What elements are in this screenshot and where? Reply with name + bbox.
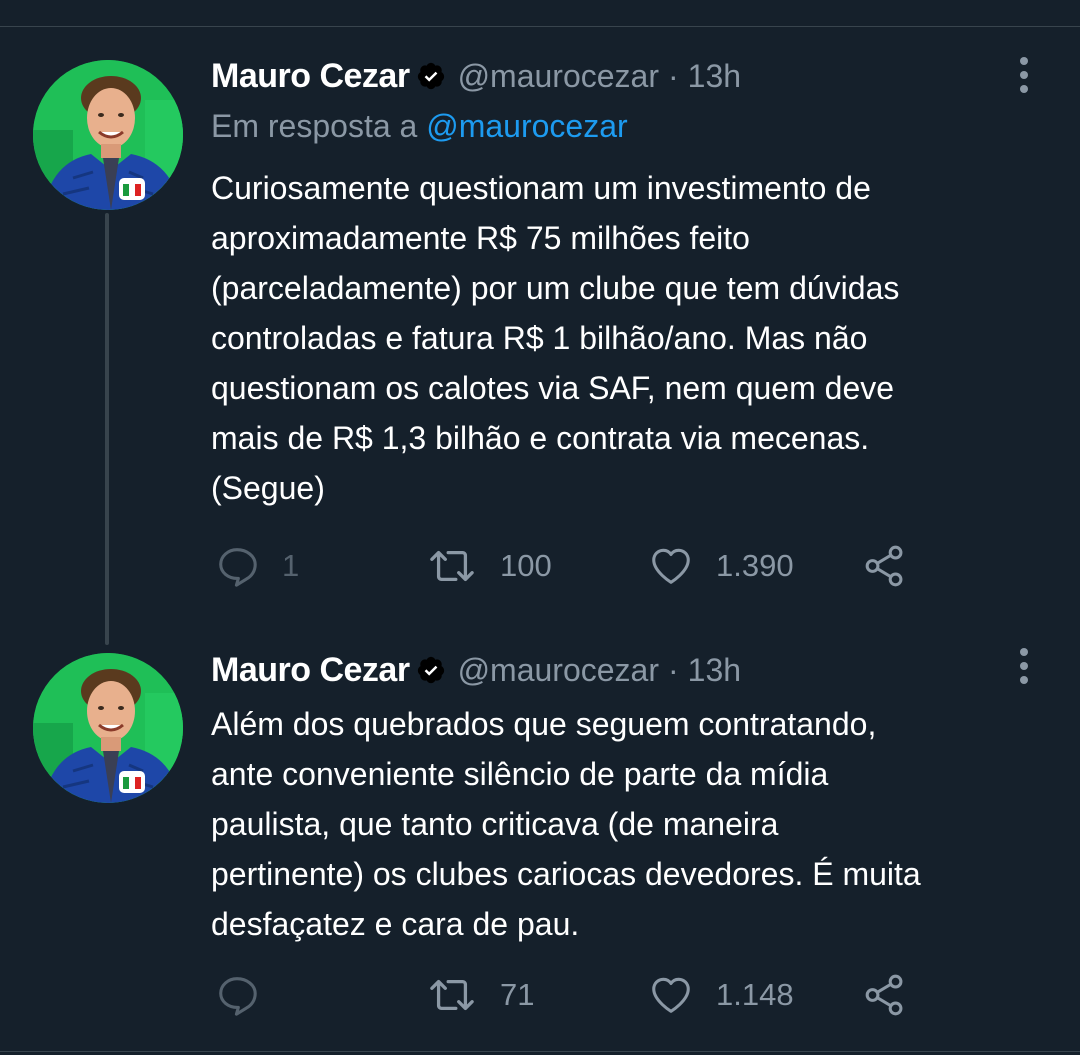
author-name[interactable]: Mauro Cezar: [211, 651, 410, 690]
timestamp[interactable]: 13h: [688, 652, 741, 689]
retweet-button[interactable]: 100: [426, 541, 552, 591]
tweet-text-line: (parceladamente) por um clube que tem dú…: [211, 270, 900, 306]
timestamp[interactable]: 13h: [688, 58, 741, 95]
like-button[interactable]: 1.148: [648, 970, 794, 1020]
tweet-text-line: controladas e fatura R$ 1 bilhão/ano. Ma…: [211, 320, 868, 356]
share-button[interactable]: [862, 541, 908, 591]
tweet[interactable]: Mauro Cezar @maurocezar · 13h Em respost…: [0, 0, 1080, 645]
author-handle[interactable]: @maurocezar: [458, 652, 659, 689]
tweet[interactable]: Mauro Cezar @maurocezar · 13h Além dos q…: [0, 640, 1080, 1051]
tweet-text-line: paulista, que tanto criticava (de maneir…: [211, 806, 779, 842]
avatar[interactable]: [33, 60, 183, 210]
tweet-text-line: desfaçatez e cara de pau.: [211, 906, 580, 942]
tweet-text-line: Além dos quebrados que seguem contratand…: [211, 706, 877, 742]
avatar[interactable]: [33, 653, 183, 803]
tweet-text-line: mais de R$ 1,3 bilhão e contrata via mec…: [211, 420, 870, 456]
like-count: 1.148: [716, 977, 794, 1012]
retweet-count: 100: [500, 548, 552, 583]
separator-dot: ·: [668, 651, 679, 688]
tweet-text-line: ante conveniente silêncio de parte da mí…: [211, 756, 829, 792]
retweet-button[interactable]: 71: [426, 970, 534, 1020]
separator-dot: ·: [668, 57, 679, 94]
retweet-icon: [430, 979, 474, 1011]
reply-prefix: Em resposta a: [211, 108, 418, 144]
verified-badge-icon: [416, 655, 446, 685]
share-button[interactable]: [862, 970, 908, 1020]
action-bar: 1 100 1.390: [0, 541, 1080, 591]
more-options-icon[interactable]: [1012, 55, 1036, 95]
tweet-text-line: (Segue): [211, 470, 325, 506]
reply-icon: [219, 977, 257, 1016]
reply-count: 1: [282, 548, 300, 583]
avatar-image: [33, 653, 183, 803]
avatar-image: [33, 60, 183, 210]
like-icon: [652, 548, 690, 584]
tweet-header: Mauro Cezar @maurocezar · 13h: [211, 54, 741, 98]
share-icon: [865, 974, 903, 1016]
retweet-count: 71: [500, 977, 535, 1012]
like-icon: [652, 977, 690, 1013]
verified-badge-icon: [416, 61, 446, 91]
reply-icon: [219, 548, 257, 587]
action-bar: 71 1.148: [0, 970, 1080, 1020]
author-name[interactable]: Mauro Cezar: [211, 57, 410, 96]
retweet-icon: [430, 550, 474, 582]
share-icon: [865, 545, 903, 587]
reply-button[interactable]: [214, 970, 260, 1020]
tweet-text-line: Curiosamente questionam um investimento …: [211, 170, 871, 206]
bottom-divider: [0, 1051, 1080, 1052]
like-count: 1.390: [716, 548, 794, 583]
author-handle[interactable]: @maurocezar: [458, 58, 659, 95]
tweet-text: Além dos quebrados que seguem contratand…: [211, 699, 1051, 949]
more-options-icon[interactable]: [1012, 646, 1036, 686]
tweet-header: Mauro Cezar @maurocezar · 13h: [211, 648, 741, 692]
reply-mention-link[interactable]: @maurocezar: [426, 108, 627, 144]
reply-context: Em resposta a @maurocezar: [211, 108, 628, 145]
like-button[interactable]: 1.390: [648, 541, 794, 591]
tweet-text-line: questionam os calotes via SAF, nem quem …: [211, 370, 895, 406]
reply-button[interactable]: 1: [214, 541, 299, 591]
tweet-text-line: pertinente) os clubes cariocas devedores…: [211, 856, 921, 892]
tweet-text-line: aproximadamente R$ 75 milhões feito: [211, 220, 750, 256]
tweet-text: Curiosamente questionam um investimento …: [211, 163, 1051, 513]
